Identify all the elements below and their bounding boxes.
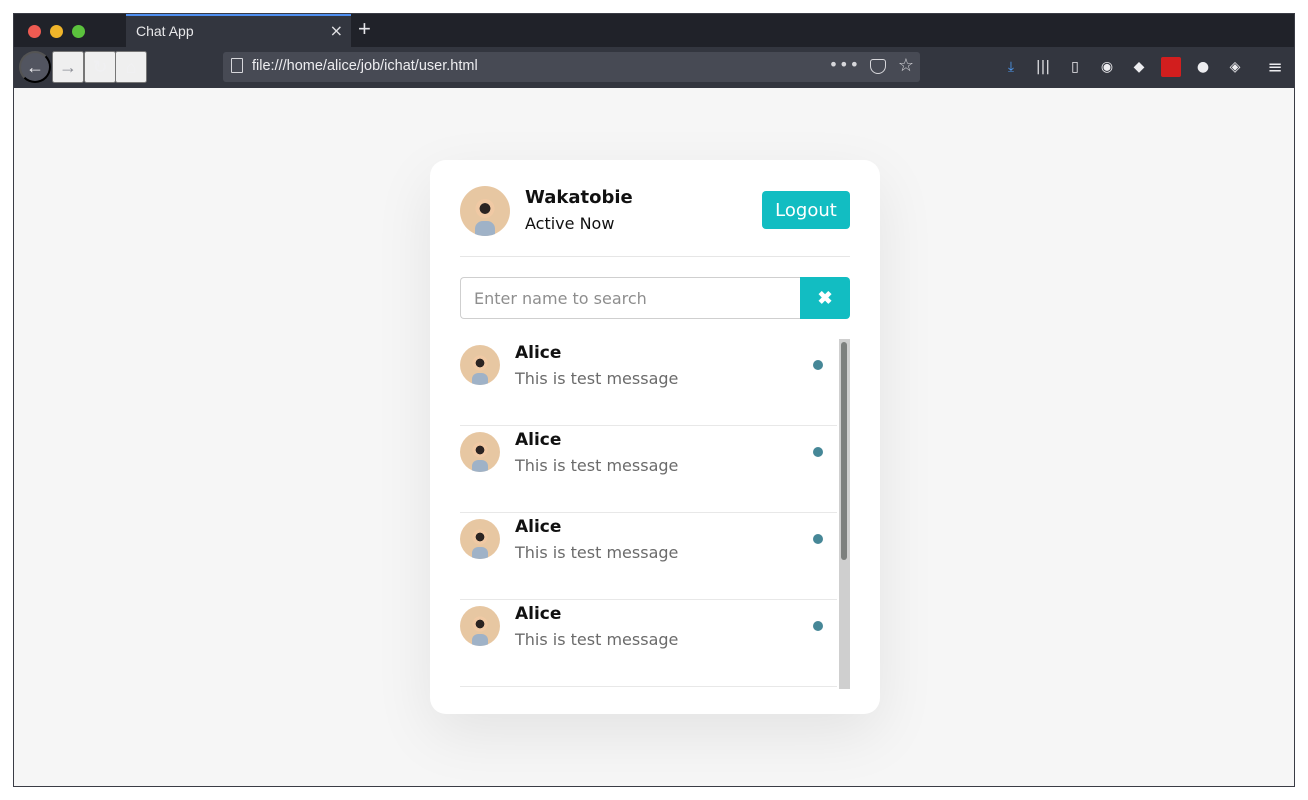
scrollbar-thumb[interactable] (841, 342, 847, 560)
user-row-name: Alice (515, 517, 562, 537)
tab-close-icon[interactable]: × (330, 21, 343, 40)
home-button[interactable]: ⌂ (115, 51, 147, 83)
chat-users-card: Wakatobie Active Now Logout ✖ Alice This… (430, 160, 880, 714)
user-row-message: This is test message (515, 369, 679, 388)
shield-icon[interactable]: ◈ (1225, 57, 1245, 77)
clear-search-button[interactable]: ✖ (800, 277, 850, 319)
page-icon (231, 58, 243, 73)
user-status: Active Now (525, 214, 615, 233)
user-name: Wakatobie (525, 187, 633, 208)
user-avatar (460, 186, 510, 236)
user-row[interactable]: Alice This is test message (460, 339, 837, 426)
user-row-name: Alice (515, 430, 562, 450)
user-row-avatar (460, 606, 500, 646)
browser-window: Chat App × + ← → ↻ ⌂ file:///home/alice/… (13, 13, 1295, 787)
search-input[interactable] (460, 277, 800, 319)
user-row-message: This is test message (515, 456, 679, 475)
user-row[interactable]: Alice This is test message (460, 513, 837, 600)
bookmark-star-icon[interactable]: ☆ (898, 55, 914, 76)
new-tab-icon[interactable]: + (358, 16, 371, 42)
pocket-icon[interactable] (870, 59, 886, 74)
extension-icon[interactable]: ◆ (1129, 57, 1149, 77)
user-row[interactable]: Alice This is test message (460, 600, 837, 687)
user-row[interactable]: Alice This is test message (460, 426, 837, 513)
reload-button[interactable]: ↻ (84, 51, 116, 83)
gnome-extension-icon[interactable]: ● (1193, 57, 1213, 77)
download-icon[interactable]: ⤓ (1001, 57, 1021, 77)
user-row-avatar (460, 345, 500, 385)
user-row-message: This is test message (515, 543, 679, 562)
users-list: Alice This is test message Alice This is… (460, 339, 850, 689)
reload-icon: ↻ (92, 56, 108, 77)
logout-button[interactable]: Logout (762, 191, 850, 229)
tab-bar: Chat App × + (14, 14, 1294, 47)
online-status-dot (813, 534, 823, 544)
user-header: Wakatobie Active Now Logout (460, 186, 850, 257)
online-status-dot (813, 447, 823, 457)
extension-red-icon[interactable] (1161, 57, 1181, 77)
tab-title: Chat App (136, 23, 194, 39)
library-icon[interactable]: ||| (1033, 57, 1053, 77)
forward-button[interactable]: → (52, 51, 84, 83)
account-icon[interactable]: ◉ (1097, 57, 1117, 77)
minimize-window-icon[interactable] (50, 25, 63, 38)
forward-arrow-icon: → (59, 56, 77, 77)
search-bar: ✖ (460, 277, 850, 319)
maximize-window-icon[interactable] (72, 25, 85, 38)
menu-icon[interactable]: ≡ (1265, 57, 1285, 78)
back-button[interactable]: ← (19, 51, 51, 83)
online-status-dot (813, 360, 823, 370)
url-text[interactable]: file:///home/alice/job/ichat/user.html (252, 58, 478, 74)
user-row-avatar (460, 432, 500, 472)
user-row-message: This is test message (515, 630, 679, 649)
user-row-name: Alice (515, 343, 562, 363)
home-icon: ⌂ (125, 56, 137, 77)
online-status-dot (813, 621, 823, 631)
user-row-name: Alice (515, 604, 562, 624)
page-actions-icon[interactable]: ••• (829, 55, 860, 74)
tab-chat-app[interactable]: Chat App × (126, 14, 351, 47)
sidebar-icon[interactable]: ▯ (1065, 57, 1085, 77)
close-icon: ✖ (817, 287, 833, 308)
back-arrow-icon: ← (26, 56, 44, 77)
user-row-avatar (460, 519, 500, 559)
users-list-scrollbar[interactable] (839, 339, 850, 689)
navigation-bar: ← → ↻ ⌂ file:///home/alice/job/ichat/use… (14, 47, 1294, 88)
close-window-icon[interactable] (28, 25, 41, 38)
address-bar[interactable]: file:///home/alice/job/ichat/user.html •… (223, 52, 920, 82)
